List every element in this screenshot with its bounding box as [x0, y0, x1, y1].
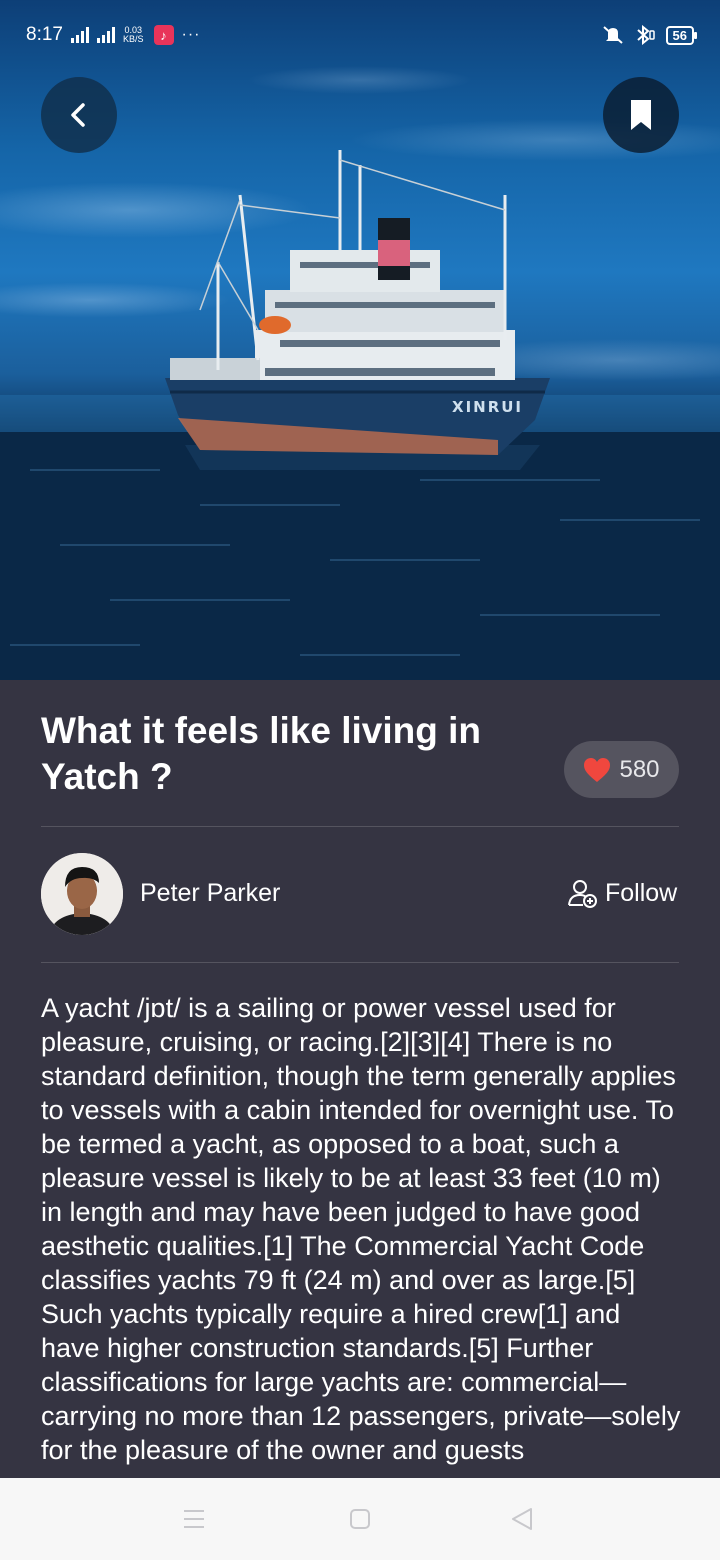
- system-navigation-bar: [0, 1478, 720, 1560]
- network-speed-unit: KB/S: [122, 34, 144, 44]
- author-name[interactable]: Peter Parker: [140, 879, 280, 908]
- like-count: 580: [619, 755, 660, 783]
- status-bar: 8:17 0.03 KB/S ♪ ··· 56: [0, 0, 720, 70]
- chevron-left-icon: [71, 103, 85, 127]
- ship-name-text: XINRUI: [452, 398, 523, 416]
- network-speed: 0.03 KB/S: [123, 26, 144, 44]
- follow-button[interactable]: Follow: [567, 877, 677, 909]
- menu-icon: [184, 1510, 204, 1528]
- bookmark-button[interactable]: [603, 77, 679, 153]
- signal-icon: [70, 27, 89, 43]
- bookmark-icon: [631, 100, 651, 130]
- divider: [41, 826, 679, 827]
- status-time: 8:17: [26, 24, 63, 45]
- like-button[interactable]: 580: [564, 741, 679, 798]
- divider: [41, 962, 679, 963]
- back-nav-button[interactable]: [509, 1506, 535, 1532]
- music-app-icon: ♪: [153, 25, 174, 45]
- heart-icon: [584, 757, 611, 782]
- bluetooth-icon: [636, 25, 655, 45]
- article-title: What it feels like living in Yatch ?: [41, 710, 481, 797]
- author-photo: [41, 853, 123, 935]
- battery-icon: 56: [665, 25, 698, 45]
- back-button[interactable]: [41, 77, 117, 153]
- home-nav-button[interactable]: [347, 1506, 373, 1532]
- follow-label: Follow: [605, 878, 678, 907]
- article-body: A yacht /jɒt/ is a sailing or power vess…: [41, 993, 681, 1465]
- article-content: What it feels like living in Yatch ? 580…: [0, 680, 720, 1478]
- home-square-icon: [350, 1509, 370, 1529]
- back-triangle-icon: [512, 1508, 532, 1530]
- signal-hplus-icon: [96, 27, 115, 43]
- menu-nav-button[interactable]: [181, 1506, 207, 1532]
- more-dots-icon: ···: [181, 26, 201, 43]
- add-user-icon: [568, 880, 597, 908]
- mute-icon: [602, 26, 623, 44]
- author-avatar[interactable]: [41, 853, 123, 935]
